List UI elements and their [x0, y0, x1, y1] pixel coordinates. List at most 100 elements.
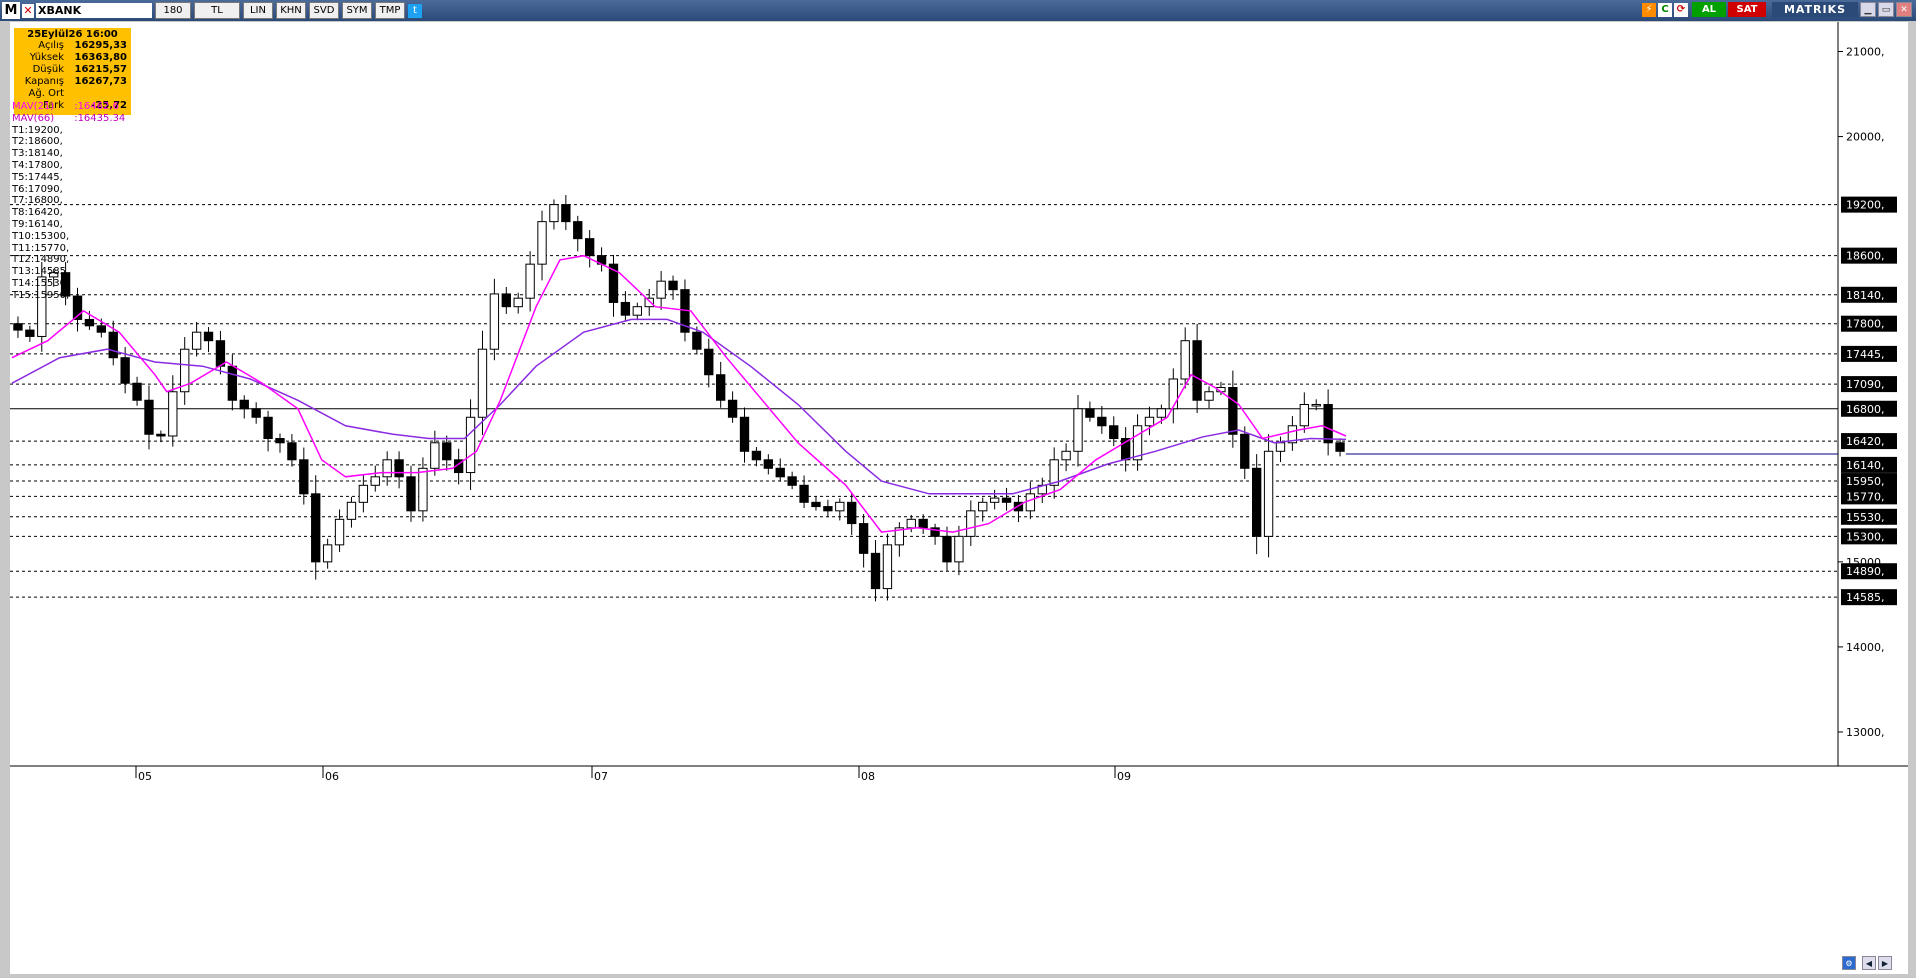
x-tick-label: 08 [861, 770, 875, 783]
target-label: 14890, [1846, 565, 1885, 578]
target-label: 15950, [1846, 475, 1885, 488]
khn-button[interactable]: KHN [276, 2, 306, 19]
target-label: 15300, [1846, 530, 1885, 543]
candle-body [311, 493, 321, 563]
target-label: 14585, [1846, 591, 1885, 604]
candle-body [191, 331, 202, 350]
x-tick-label: 06 [325, 770, 339, 783]
candle-body [418, 467, 428, 512]
candle-body [668, 280, 678, 291]
candlestick-chart[interactable]: 13000,14000,15000,20000,21000,05 06 07 08 09… [10, 22, 1908, 974]
candle-body [537, 221, 547, 265]
scroll-right-icon[interactable]: ▶ [1878, 956, 1892, 970]
candle-body [799, 484, 809, 503]
chart-area[interactable]: 13000, 14000, 15000, 20000, 21000, 05 06 07 08 09… [10, 22, 1908, 974]
candle-body [1311, 404, 1321, 407]
candle-body [346, 501, 357, 520]
candle-body [394, 459, 404, 478]
candle-body [1073, 408, 1083, 452]
restore-icon[interactable]: ▭ [1878, 2, 1894, 17]
candle-body [763, 459, 773, 469]
info-date: 25Eylül26 16:00 [27, 29, 118, 40]
close-icon[interactable]: ✕ [1896, 2, 1912, 17]
brand-logo: MATRIKS [1772, 2, 1858, 17]
candle-body [513, 297, 523, 308]
candle-body [203, 331, 214, 342]
target-label: 16140, [1846, 459, 1885, 472]
target-legend-item: T6:17090, [12, 183, 63, 195]
target-legend-item: T5:17445, [12, 171, 63, 183]
candle-body [108, 331, 118, 359]
lin-button[interactable]: LIN [243, 2, 273, 19]
target-label: 19200, [1846, 199, 1885, 212]
close-symbol-icon[interactable]: ✕ [22, 3, 34, 18]
candle-body [1192, 340, 1202, 401]
mav-legend-item: MAV(21):16462.6 [12, 101, 119, 112]
candle-body [501, 293, 511, 308]
target-legend-item: T10:15300, [12, 230, 70, 242]
candle-body [477, 348, 488, 418]
y-tick-label: 20000, [1846, 131, 1885, 144]
target-legend-item: T13:14585, [12, 266, 70, 278]
sell-button[interactable]: SAT [1728, 2, 1766, 17]
y-tick-label: 13000, [1846, 726, 1885, 739]
minimize-icon[interactable]: ▁ [1860, 2, 1876, 17]
candle-body [561, 204, 571, 223]
candle-body [644, 297, 654, 308]
chart-toolbar: M ✕ XBANK 180 TL LIN KHN SVD SYM TMP t ⚡… [0, 0, 1916, 21]
candle-body [918, 518, 928, 529]
tmp-button[interactable]: TMP [375, 2, 405, 19]
candle-body [370, 476, 380, 486]
target-legend-item: T8:16420, [12, 207, 63, 219]
flame-icon[interactable]: ⚡ [1642, 2, 1656, 17]
period-select[interactable]: 180 [155, 2, 191, 19]
buy-button[interactable]: AL [1692, 2, 1726, 17]
info-row-low: Düşük 16215,57 [32, 64, 127, 75]
candle-body [847, 501, 857, 525]
svd-button[interactable]: SVD [309, 2, 339, 19]
candle-body [620, 301, 631, 316]
sym-button[interactable]: SYM [342, 2, 372, 19]
candle-body [942, 535, 952, 563]
candle-body [84, 318, 95, 327]
info-row-wavg: Ağ. Ort [28, 88, 64, 99]
currency-select[interactable]: TL [194, 2, 240, 19]
candle-body [549, 204, 559, 223]
symbol-input[interactable]: XBANK [36, 3, 152, 18]
candle-body [716, 374, 726, 401]
candle-body [751, 450, 762, 461]
candle-body [442, 442, 452, 461]
candle-body [1061, 450, 1071, 461]
menu-button[interactable]: M [2, 2, 20, 19]
candle-body [1168, 378, 1178, 410]
candle-body [632, 306, 642, 316]
candle-body [156, 433, 166, 437]
candle-body [775, 467, 785, 478]
candle-body [978, 501, 988, 512]
target-legend-item: T7:16800, [12, 195, 63, 207]
candle-body [811, 501, 821, 508]
candle-body [322, 544, 333, 563]
candle-body [1144, 416, 1155, 427]
scroll-left-icon[interactable]: ◀ [1862, 956, 1876, 970]
info-row-high: Yüksek 16363,80 [29, 52, 127, 63]
mav66-line [11, 318, 1347, 495]
candle-body [989, 497, 1000, 503]
target-label: 17090, [1846, 378, 1885, 391]
twitter-icon[interactable]: t [408, 3, 422, 18]
candle-body [168, 391, 178, 437]
candle-body [263, 416, 273, 440]
x-tick-label: 09 [1117, 770, 1131, 783]
candle-body [835, 501, 845, 512]
lightning-icon[interactable]: ⟳ [1674, 2, 1688, 17]
mav21-line [11, 254, 1347, 533]
candle-body [1085, 408, 1095, 418]
refresh-icon[interactable]: C [1658, 2, 1672, 17]
candle-body [132, 382, 142, 401]
candle-body [1275, 442, 1286, 452]
mav-legend-item: MAV(66):16435.34 [12, 112, 126, 124]
settings-icon[interactable]: ⚙ [1842, 956, 1856, 970]
candle-body [787, 476, 797, 486]
target-legend-item: T11:15770, [12, 242, 70, 254]
candle-body [299, 459, 309, 495]
